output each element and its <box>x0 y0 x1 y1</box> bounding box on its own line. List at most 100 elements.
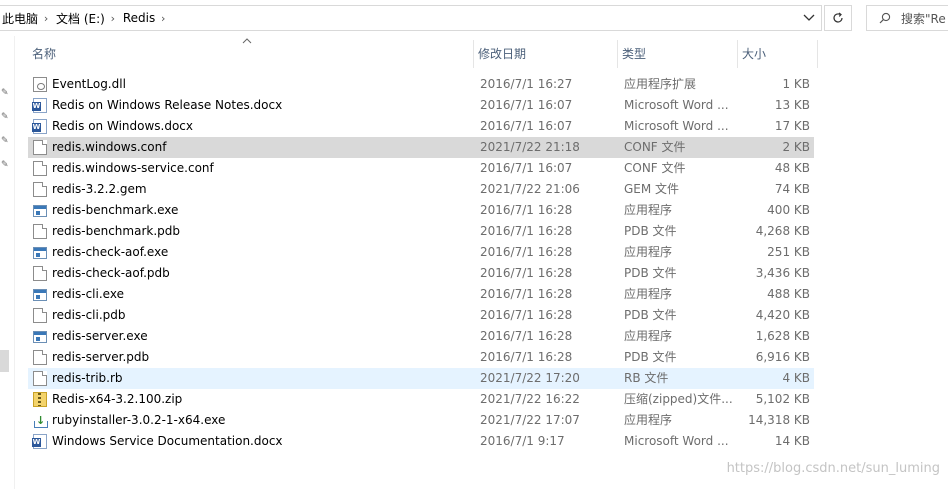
file-date: 2016/7/1 9:17 <box>480 434 565 448</box>
file-name-cell[interactable]: Redis on Windows.docx <box>28 116 472 137</box>
file-name-cell[interactable]: redis-trib.rb <box>28 368 472 389</box>
file-size: 14 KB <box>774 434 810 448</box>
file-name: redis-benchmark.pdb <box>52 224 180 238</box>
pin-icon: ✎ <box>1 160 9 170</box>
search-icon <box>879 12 891 24</box>
file-size: 488 KB <box>767 287 810 301</box>
file-type: 应用程序扩展 <box>624 77 697 91</box>
file-row[interactable]: Redis-x64-3.2.100.zip 2021/7/22 16:22 压缩(z… <box>28 389 814 410</box>
file-icon <box>33 371 47 386</box>
file-date: 2016/7/1 16:28 <box>480 266 573 280</box>
file-row[interactable]: Windows Service Documentation.docx 2016/7… <box>28 431 814 452</box>
word-document-icon <box>32 119 47 134</box>
pin-icon: ✎ <box>1 136 9 146</box>
column-header-size[interactable]: 大小 <box>738 40 818 68</box>
file-row[interactable]: Redis on Windows Release Notes.docx 2016/… <box>28 95 814 116</box>
column-header-type[interactable]: 类型 <box>618 40 738 68</box>
file-row[interactable]: redis.windows.conf 2021/7/22 21:18 CONF 文件… <box>28 137 814 158</box>
file-date: 2016/7/1 16:28 <box>480 245 573 259</box>
file-name-cell[interactable]: redis-3.2.2.gem <box>28 179 472 200</box>
breadcrumb-this-pc[interactable]: 此电脑 <box>0 10 38 27</box>
pin-icon: ✎ <box>1 112 9 122</box>
file-type: Microsoft Word ... <box>624 98 729 112</box>
breadcrumb-redis[interactable]: Redis <box>121 11 155 25</box>
file-row[interactable]: redis-check-aof.exe 2016/7/1 16:28 应用程序 251… <box>28 242 814 263</box>
file-size: 1,628 KB <box>755 329 810 343</box>
file-name-cell[interactable]: Redis-x64-3.2.100.zip <box>28 389 472 410</box>
file-name: redis-check-aof.pdb <box>52 266 170 280</box>
file-date: 2016/7/1 16:07 <box>480 119 573 133</box>
watermark: https://blog.csdn.net/sun_luming <box>726 461 940 476</box>
file-row[interactable]: Redis on Windows.docx 2016/7/1 16:07 Micro… <box>28 116 814 137</box>
file-row[interactable]: redis.windows-service.conf 2016/7/1 16:07… <box>28 158 814 179</box>
breadcrumb-separator-icon[interactable]: › <box>38 12 54 25</box>
file-date: 2016/7/1 16:07 <box>480 161 573 175</box>
installer-icon <box>33 410 48 431</box>
file-type: RB 文件 <box>624 371 669 385</box>
zip-folder-icon <box>33 392 47 407</box>
address-bar[interactable]: 此电脑 › 文档 (E:) › Redis › <box>0 5 822 31</box>
file-name: redis-trib.rb <box>52 371 123 385</box>
file-date: 2021/7/22 17:20 <box>480 371 580 385</box>
file-type: PDB 文件 <box>624 350 677 364</box>
column-header-name[interactable]: 名称 <box>28 40 474 68</box>
file-name-cell[interactable]: redis.windows-service.conf <box>28 158 472 179</box>
file-date: 2016/7/1 16:28 <box>480 350 573 364</box>
file-name-cell[interactable]: redis-server.pdb <box>28 347 472 368</box>
file-date: 2016/7/1 16:28 <box>480 329 573 343</box>
file-size: 4 KB <box>782 371 810 385</box>
file-name-cell[interactable]: Redis on Windows Release Notes.docx <box>28 95 472 116</box>
search-box[interactable]: 搜索"Re <box>866 5 948 31</box>
column-header-date[interactable]: 修改日期 <box>474 40 618 68</box>
file-icon <box>33 161 47 176</box>
file-type: 应用程序 <box>624 413 673 427</box>
file-date: 2021/7/22 21:06 <box>480 182 580 196</box>
file-name-cell[interactable]: redis-server.exe <box>28 326 472 347</box>
navigation-selected-item[interactable] <box>0 350 9 372</box>
chevron-down-icon[interactable] <box>797 6 821 30</box>
file-name-cell[interactable]: redis-check-aof.exe <box>28 242 472 263</box>
file-row[interactable]: redis-check-aof.pdb 2016/7/1 16:28 PDB 文件 3… <box>28 263 814 284</box>
file-date: 2016/7/1 16:27 <box>480 77 573 91</box>
file-name-cell[interactable]: redis-benchmark.exe <box>28 200 472 221</box>
file-name: redis-check-aof.exe <box>52 245 169 259</box>
file-name-cell[interactable]: redis-cli.pdb <box>28 305 472 326</box>
file-name-cell[interactable]: EventLog.dll <box>28 74 472 95</box>
file-row[interactable]: rubyinstaller-3.0.2-1-x64.exe 2021/7/22 1… <box>28 410 814 431</box>
file-date: 2016/7/1 16:28 <box>480 203 573 217</box>
file-type: PDB 文件 <box>624 308 677 322</box>
file-name-cell[interactable]: redis.windows.conf <box>28 137 472 158</box>
file-name-cell[interactable]: rubyinstaller-3.0.2-1-x64.exe <box>28 410 472 431</box>
breadcrumb-separator-icon[interactable]: › <box>105 12 121 25</box>
file-name: rubyinstaller-3.0.2-1-x64.exe <box>52 413 226 427</box>
file-row[interactable]: redis-benchmark.exe 2016/7/1 16:28 应用程序 400… <box>28 200 814 221</box>
file-name: redis-server.exe <box>52 329 148 343</box>
file-row[interactable]: redis-server.pdb 2016/7/1 16:28 PDB 文件 6,91… <box>28 347 814 368</box>
file-type: 应用程序 <box>624 203 673 217</box>
file-name-cell[interactable]: Windows Service Documentation.docx <box>28 431 472 452</box>
word-document-icon <box>32 434 47 449</box>
file-row[interactable]: redis-server.exe 2016/7/1 16:28 应用程序 1,628 … <box>28 326 814 347</box>
file-size: 2 KB <box>782 140 810 154</box>
file-row[interactable]: redis-cli.pdb 2016/7/1 16:28 PDB 文件 4,420 K… <box>28 305 814 326</box>
file-row[interactable]: redis-benchmark.pdb 2016/7/1 16:28 PDB 文件 4… <box>28 221 814 242</box>
file-size: 251 KB <box>767 245 810 259</box>
file-row[interactable]: redis-cli.exe 2016/7/1 16:28 应用程序 488 KB <box>28 284 814 305</box>
file-name: redis.windows-service.conf <box>52 161 214 175</box>
file-name: Redis-x64-3.2.100.zip <box>52 392 183 406</box>
file-type: Microsoft Word ... <box>624 119 729 133</box>
search-input[interactable]: 搜索"Re <box>901 10 946 27</box>
file-name-cell[interactable]: redis-check-aof.pdb <box>28 263 472 284</box>
breadcrumb-separator-icon[interactable]: › <box>155 12 171 25</box>
breadcrumb-drive-e[interactable]: 文档 (E:) <box>54 10 105 27</box>
file-row[interactable]: redis-3.2.2.gem 2021/7/22 21:06 GEM 文件 74 K… <box>28 179 814 200</box>
file-name-cell[interactable]: redis-benchmark.pdb <box>28 221 472 242</box>
column-header: 名称 修改日期 类型 大小 <box>28 40 818 68</box>
file-type: CONF 文件 <box>624 161 686 175</box>
file-name-cell[interactable]: redis-cli.exe <box>28 284 472 305</box>
refresh-button[interactable] <box>824 5 852 31</box>
navigation-pane[interactable]: ✎ ✎ ✎ ✎ <box>0 36 15 489</box>
file-row[interactable]: redis-trib.rb 2021/7/22 17:20 RB 文件 4 KB <box>28 368 814 389</box>
file-row[interactable]: EventLog.dll 2016/7/1 16:27 应用程序扩展 1 KB <box>28 74 814 95</box>
file-size: 74 KB <box>774 182 810 196</box>
